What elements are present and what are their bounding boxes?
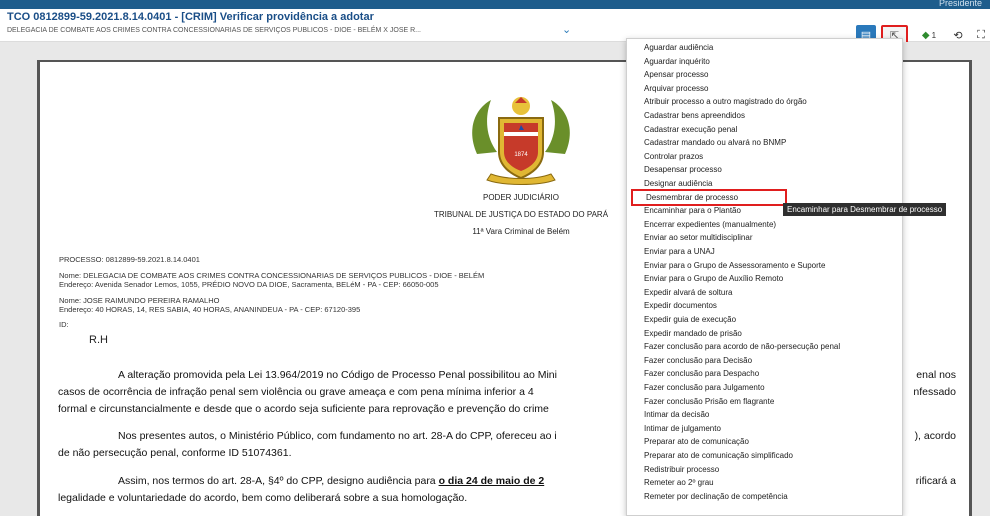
rh-heading: R.H — [89, 334, 108, 346]
party-1-address: Endereço: Avenida Senador Lemos, 1055, P… — [59, 280, 439, 289]
menu-item[interactable]: Expedir guia de execução — [627, 313, 902, 326]
seal-year: 1874 — [514, 152, 528, 158]
menu-item[interactable]: Remeter por declinação de competência — [627, 490, 902, 503]
party-2-name: Nome: JOSE RAIMUNDO PEREIRA RAMALHO — [59, 296, 220, 305]
menu-tooltip: Encaminhar para Desmembrar de processo — [783, 203, 947, 216]
menu-item[interactable]: Enviar para o Grupo de Auxílio Remoto — [627, 272, 902, 285]
menu-item[interactable]: Aguardar audiência — [627, 41, 902, 54]
menu-item[interactable]: Fazer conclusão Prisão em flagrante — [627, 395, 902, 408]
page-title[interactable]: TCO 0812899-59.2021.8.14.0401 - [CRIM] V… — [7, 11, 374, 23]
menu-item[interactable]: Desapensar processo — [627, 163, 902, 176]
menu-item[interactable]: Expedir mandado de prisão — [627, 327, 902, 340]
menu-item[interactable]: Intimar de julgamento — [627, 422, 902, 435]
tag-icon: ◆ — [921, 29, 930, 41]
paragraph-2-line-2: de não persecução penal, conforme ID 510… — [58, 447, 292, 459]
actions-dropdown-menu: Aguardar audiência Aguardar inquérito Ap… — [626, 38, 903, 516]
menu-item[interactable]: Preparar ato de comunicação simplificado — [627, 449, 902, 462]
paragraph-2-tail: ), acordo — [914, 430, 956, 442]
menu-item[interactable]: Cadastrar execução penal — [627, 123, 902, 136]
user-label[interactable]: Presidente — [939, 0, 982, 8]
menu-item[interactable]: Preparar ato de comunicação — [627, 435, 902, 448]
menu-item[interactable]: Apensar processo — [627, 68, 902, 81]
menu-item[interactable]: Arquivar processo — [627, 82, 902, 95]
paragraph-3-line-2: legalidade e voluntariedade do acordo, b… — [58, 492, 468, 504]
menu-item[interactable]: Aguardar inquérito — [627, 55, 902, 68]
history-icon: ⟲ — [953, 29, 963, 42]
menu-item[interactable]: Fazer conclusão para Decisão — [627, 354, 902, 367]
coat-of-arms-icon: 1874 — [472, 97, 570, 185]
chevron-down-icon[interactable]: ⌄ — [562, 23, 571, 36]
process-parties: DELEGACIA DE COMBATE AOS CRIMES CONTRA C… — [7, 27, 421, 34]
menu-item[interactable]: Fazer conclusão para acordo de não-perse… — [627, 340, 902, 353]
menu-item[interactable]: Enviar para a UNAJ — [627, 245, 902, 258]
menu-item[interactable]: Redistribuir processo — [627, 463, 902, 476]
menu-item[interactable]: Encerrar expedientes (manualmente) — [627, 218, 902, 231]
menu-item[interactable]: Enviar para o Grupo de Assessoramento e … — [627, 259, 902, 272]
menu-item[interactable]: Atribuir processo a outro magistrado do … — [627, 95, 902, 108]
menu-item[interactable]: Remeter ao 2º grau — [627, 476, 902, 489]
menu-item[interactable]: Intimar da decisão — [627, 408, 902, 421]
party-1-name: Nome: DELEGACIA DE COMBATE AOS CRIMES CO… — [59, 271, 485, 280]
menu-item[interactable]: Cadastrar bens apreendidos — [627, 109, 902, 122]
paragraph-3-tail: rificará a — [915, 475, 956, 487]
paragraph-1-tail-2: nfessado — [913, 386, 956, 398]
menu-item[interactable]: Controlar prazos — [627, 150, 902, 163]
id-label: ID: — [59, 320, 69, 329]
menu-item[interactable]: Expedir alvará de soltura — [627, 286, 902, 299]
expand-icon: ⛶ — [977, 28, 985, 41]
paragraph-1-tail-1: enal nos — [916, 369, 956, 381]
menu-item[interactable]: Fazer conclusão para Julgamento — [627, 381, 902, 394]
menu-item[interactable]: Enviar ao setor multidisciplinar — [627, 231, 902, 244]
menu-item[interactable]: Expedir documentos — [627, 299, 902, 312]
menu-item[interactable]: Cadastrar mandado ou alvará no BNMP — [627, 136, 902, 149]
top-bar: Presidente — [0, 0, 990, 9]
tag-count: 1 — [931, 30, 937, 40]
menu-item[interactable]: Fazer conclusão para Despacho — [627, 367, 902, 380]
paragraph-1-line-3: formal e circunstancialmente e desde que… — [58, 403, 549, 415]
party-2-address: Endereço: 40 HORAS, 14, RES SABIA, 40 HO… — [59, 305, 361, 314]
process-number: PROCESSO: 0812899-59.2021.8.14.0401 — [59, 255, 200, 264]
